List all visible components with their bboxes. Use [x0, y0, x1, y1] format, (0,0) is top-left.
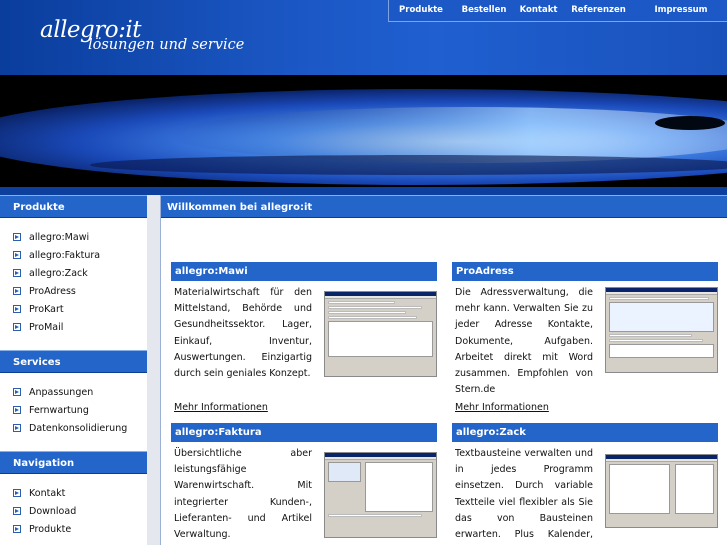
- product-box-text: Materialwirtschaft für den Mittelstand, …: [174, 287, 312, 380]
- sidebar-item-label: allegro:Mawi: [29, 231, 90, 243]
- sidebar-item-prokart[interactable]: ProKart: [0, 300, 147, 318]
- sidebar-item-label: Produkte: [29, 523, 72, 535]
- sidebar-item-datenkonsolidierung[interactable]: Datenkonsolidierung: [0, 419, 147, 437]
- product-box-title: ProAdress: [452, 262, 718, 281]
- header-banner-image: [0, 75, 727, 187]
- product-screenshot-thumbnail[interactable]: [324, 452, 437, 538]
- sidebar-list-navigation: Kontakt Download Produkte: [0, 474, 147, 545]
- nav-produkte[interactable]: Produkte: [389, 0, 453, 21]
- arrow-bullet-icon: [13, 251, 21, 259]
- product-box-body: Die Adressverwaltung, die mehr kann. Ver…: [452, 281, 718, 413]
- product-box-text: Übersichtliche aber leistungsfähige Ware…: [174, 448, 312, 541]
- arrow-bullet-icon: [13, 269, 21, 277]
- nav-impressum[interactable]: Impressum: [635, 0, 727, 21]
- arrow-bullet-icon: [13, 507, 21, 515]
- product-box-zack: allegro:Zack Textbausteine verwalten und…: [452, 423, 718, 545]
- top-navigation: Produkte Bestellen Kontakt Referenzen Im…: [388, 0, 727, 22]
- sidebar-item-label: Fernwartung: [29, 404, 89, 416]
- header-stripe: [0, 187, 727, 195]
- product-screenshot-thumbnail[interactable]: [324, 291, 437, 377]
- sidebar-item-zack[interactable]: allegro:Zack: [0, 264, 147, 282]
- product-box-title: allegro:Mawi: [171, 262, 437, 281]
- sidebar-item-proadress[interactable]: ProAdress: [0, 282, 147, 300]
- sidebar-item-label: Datenkonsolidierung: [29, 422, 128, 434]
- more-info-link[interactable]: Mehr Informationen: [174, 402, 268, 413]
- sidebar-item-produkte[interactable]: Produkte: [0, 520, 147, 538]
- nav-referenzen[interactable]: Referenzen: [562, 0, 635, 21]
- sidebar-item-label: Anpassungen: [29, 386, 94, 398]
- sidebar-item-label: ProMail: [29, 321, 64, 333]
- sidebar-item-mawi[interactable]: allegro:Mawi: [0, 228, 147, 246]
- product-box-title: allegro:Faktura: [171, 423, 437, 442]
- product-screenshot-thumbnail[interactable]: [605, 287, 718, 373]
- sidebar-item-kontakt[interactable]: Kontakt: [0, 484, 147, 502]
- arrow-bullet-icon: [13, 388, 21, 396]
- product-box-body: Materialwirtschaft für den Mittelstand, …: [171, 281, 437, 413]
- sidebar-item-label: Kontakt: [29, 487, 66, 499]
- product-box-text: Textbausteine verwalten und in jedes Pro…: [455, 448, 593, 541]
- product-box-text: Die Adressverwaltung, die mehr kann. Ver…: [455, 287, 593, 396]
- arrow-bullet-icon: [13, 406, 21, 414]
- page-title: Willkommen bei allegro:it: [161, 195, 727, 218]
- nav-kontakt[interactable]: Kontakt: [515, 0, 562, 21]
- more-info-link[interactable]: Mehr Informationen: [455, 402, 549, 413]
- arrow-bullet-icon: [13, 233, 21, 241]
- arrow-bullet-icon: [13, 525, 21, 533]
- product-box-body: Übersichtliche aber leistungsfähige Ware…: [171, 442, 437, 545]
- sidebar-item-label: ProAdress: [29, 285, 76, 297]
- sidebar: Produkte allegro:Mawi allegro:Faktura al…: [0, 195, 147, 545]
- nav-bestellen[interactable]: Bestellen: [453, 0, 515, 21]
- main-content: Willkommen bei allegro:it allegro:Mawi M…: [160, 195, 727, 545]
- sidebar-item-label: allegro:Faktura: [29, 249, 101, 261]
- sidebar-item-download[interactable]: Download: [0, 502, 147, 520]
- sidebar-item-anpassungen[interactable]: Anpassungen: [0, 383, 147, 401]
- arrow-bullet-icon: [13, 489, 21, 497]
- product-box-mawi: allegro:Mawi Materialwirtschaft für den …: [171, 262, 437, 413]
- product-box-proadress: ProAdress Die Adressverwaltung, die mehr…: [452, 262, 718, 413]
- product-box-body: Textbausteine verwalten und in jedes Pro…: [452, 442, 718, 545]
- product-box-title: allegro:Zack: [452, 423, 718, 442]
- arrow-bullet-icon: [13, 305, 21, 313]
- sidebar-title-produkte: Produkte: [0, 195, 147, 218]
- sidebar-list-services: Anpassungen Fernwartung Datenkonsolidier…: [0, 373, 147, 445]
- sidebar-item-label: ProKart: [29, 303, 64, 315]
- sidebar-item-label: allegro:Zack: [29, 267, 88, 279]
- arrow-bullet-icon: [13, 323, 21, 331]
- page: allegro:it lösungen und service Produkte…: [0, 0, 727, 545]
- sidebar-item-fernwartung[interactable]: Fernwartung: [0, 401, 147, 419]
- product-box-faktura: allegro:Faktura Übersichtliche aber leis…: [171, 423, 437, 545]
- site-header: allegro:it lösungen und service Produkte…: [0, 0, 727, 75]
- product-screenshot-thumbnail[interactable]: [605, 454, 718, 528]
- sidebar-item-faktura[interactable]: allegro:Faktura: [0, 246, 147, 264]
- sidebar-list-produkte: allegro:Mawi allegro:Faktura allegro:Zac…: [0, 218, 147, 344]
- sidebar-item-promail[interactable]: ProMail: [0, 318, 147, 336]
- arrow-bullet-icon: [13, 287, 21, 295]
- logo-tagline: lösungen und service: [88, 37, 245, 53]
- sidebar-title-services: Services: [0, 350, 147, 373]
- arrow-bullet-icon: [13, 424, 21, 432]
- sidebar-item-label: Download: [29, 505, 77, 517]
- sidebar-title-navigation: Navigation: [0, 451, 147, 474]
